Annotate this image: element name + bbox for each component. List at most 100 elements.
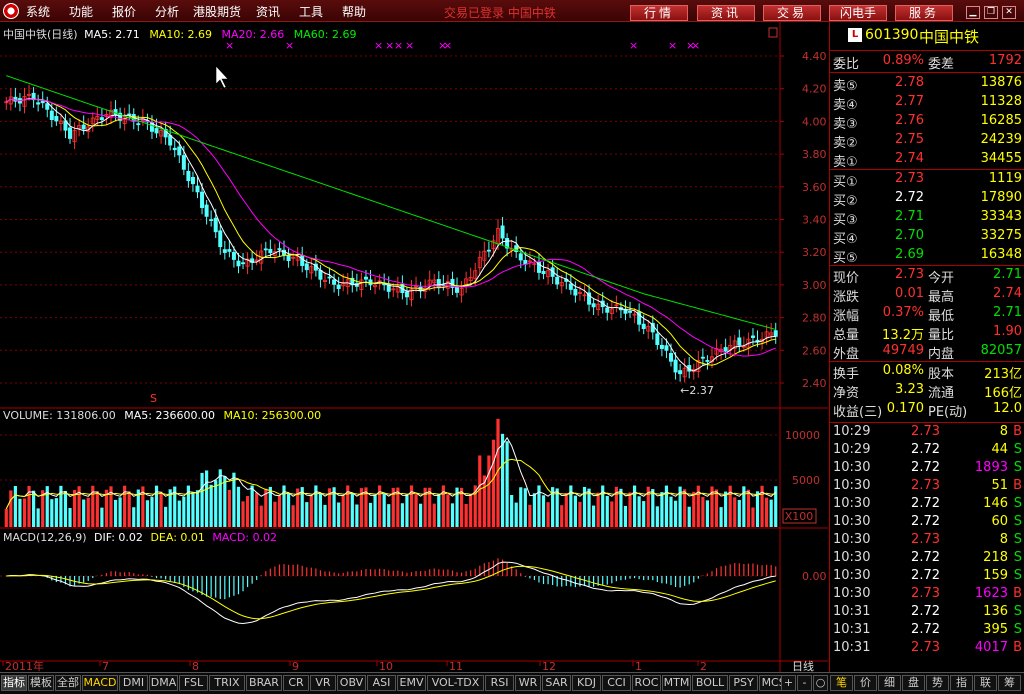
tick-row[interactable]: 10:29 2.73 8 B [830, 424, 1024, 443]
indicator-tab[interactable]: VOL-TDX [427, 675, 484, 691]
volume-bar [628, 492, 632, 527]
tick-row[interactable]: 10:30 2.73 51 B [830, 478, 1024, 497]
close-icon[interactable]: ✕ [1002, 6, 1016, 19]
buy-order-row[interactable]: 买⑤ 2.69 16348 [830, 247, 1024, 266]
sell-order-row[interactable]: 卖① 2.74 34455 [830, 151, 1024, 170]
indicator-tab[interactable]: ASI [367, 675, 396, 691]
weibi-label: 委比 [833, 57, 860, 72]
menu-news[interactable]: 资讯 [256, 3, 280, 20]
view-tab[interactable]: 联 [974, 675, 997, 691]
indicator-tab[interactable]: MTM [662, 675, 691, 691]
indicator-tab[interactable]: KDJ [572, 675, 601, 691]
volume-bar [478, 455, 482, 527]
price-tick-label: 3.60 [802, 181, 827, 194]
menu-hk-futures[interactable]: 港股期货 [193, 3, 241, 20]
candle-body [136, 123, 141, 126]
volume-bar [387, 504, 391, 527]
volume-bar [323, 504, 327, 527]
menu-tools[interactable]: 工具 [299, 3, 323, 20]
tick-row[interactable]: 10:30 2.72 1893 S [830, 460, 1024, 479]
tick-row[interactable]: 10:31 2.72 136 S [830, 604, 1024, 623]
candle-body [213, 217, 218, 233]
indicator-tab[interactable]: BRAR [246, 675, 282, 691]
tick-row[interactable]: 10:30 2.72 218 S [830, 550, 1024, 569]
indicator-tab[interactable]: BOLL [692, 675, 728, 691]
tick-row[interactable]: 10:30 2.72 146 S [830, 496, 1024, 515]
volume-bar [241, 501, 245, 527]
level-l-icon: L [848, 28, 862, 42]
indicator-tab[interactable]: SAR [542, 675, 571, 691]
buy-order-row[interactable]: 买③ 2.71 33343 [830, 209, 1024, 228]
nav-button-news[interactable]: 资讯 [697, 5, 755, 21]
menu-analysis[interactable]: 分析 [155, 3, 179, 20]
tick-time: 10:29 [833, 442, 871, 457]
volume-bar [9, 490, 13, 527]
volume-bar [232, 472, 236, 527]
volume-bar [195, 490, 200, 527]
main-legend-name: 中国中铁(日线) [3, 28, 78, 41]
buy-level-label: 买② [833, 194, 858, 209]
view-tab[interactable]: - [797, 675, 812, 691]
view-tab[interactable]: 价 [854, 675, 877, 691]
volume-bar [418, 503, 423, 527]
indicator-tab[interactable]: TRIX [209, 675, 245, 691]
signal-cross-marker: × [691, 39, 700, 52]
sell-order-row[interactable]: 卖⑤ 2.78 13876 [830, 75, 1024, 94]
nav-button-service[interactable]: 服务 [895, 5, 953, 21]
indicator-tab[interactable]: OBV [337, 675, 366, 691]
stat-label: 涨跌 [833, 290, 860, 305]
buy-order-row[interactable]: 买② 2.72 17890 [830, 190, 1024, 209]
indicator-tab[interactable]: FSL [179, 675, 208, 691]
view-tab[interactable]: 盘 [902, 675, 925, 691]
view-tab[interactable]: 细 [878, 675, 901, 691]
indicator-tab[interactable]: 指标 [1, 675, 27, 691]
view-tab[interactable]: ○ [813, 675, 828, 691]
kline-chart-svg[interactable]: 4.40 4.20 4.00 3.80 3.60 3.40 3.20 3.00 2.80 2.60… [0, 22, 828, 673]
tick-row[interactable]: 10:31 2.72 395 S [830, 622, 1024, 641]
volume-bar [191, 492, 195, 527]
indicator-tab[interactable]: ROC [632, 675, 661, 691]
indicator-tab[interactable]: PSY [729, 675, 758, 691]
menu-function[interactable]: 功能 [69, 3, 93, 20]
indicator-tab[interactable]: RSI [485, 675, 514, 691]
tick-row[interactable]: 10:31 2.73 4017 B [830, 640, 1024, 659]
nav-button-quote[interactable]: 行情 [630, 5, 688, 21]
indicator-tab[interactable]: DMA [149, 675, 178, 691]
indicator-tab[interactable]: EMV [397, 675, 426, 691]
tick-row[interactable]: 10:30 2.73 1623 B [830, 586, 1024, 605]
indicator-tab[interactable]: CR [283, 675, 309, 691]
view-tab[interactable]: 指 [950, 675, 973, 691]
sell-order-row[interactable]: 卖④ 2.77 11328 [830, 94, 1024, 113]
kline-chart-area[interactable]: 4.40 4.20 4.00 3.80 3.60 3.40 3.20 3.00 2.80 2.60… [0, 22, 828, 673]
indicator-tab[interactable]: WR [515, 675, 541, 691]
tick-row[interactable]: 10:29 2.72 44 S [830, 442, 1024, 461]
tick-row[interactable]: 10:30 2.72 60 S [830, 514, 1024, 533]
tick-row[interactable]: 10:30 2.72 159 S [830, 568, 1024, 587]
view-tab[interactable]: 势 [926, 675, 949, 691]
sell-order-row[interactable]: 卖③ 2.76 16285 [830, 113, 1024, 132]
indicator-tab[interactable]: 模板 [28, 675, 54, 691]
nav-button-flash-trade[interactable]: 闪电手 [829, 5, 887, 21]
indicator-tab[interactable]: CCI [602, 675, 631, 691]
view-tab[interactable]: 笔 [830, 675, 853, 691]
minimize-icon[interactable]: ▁ [966, 6, 980, 19]
menu-quote[interactable]: 报价 [112, 3, 136, 20]
tick-time: 10:30 [833, 532, 871, 547]
indicator-tab[interactable]: MACD [82, 675, 118, 691]
indicator-tab[interactable]: DMI [119, 675, 148, 691]
buy-order-row[interactable]: 买④ 2.70 33275 [830, 228, 1024, 247]
menu-help[interactable]: 帮助 [342, 3, 366, 20]
menu-system[interactable]: 系统 [26, 3, 50, 20]
view-tab[interactable]: + [781, 675, 796, 691]
restore-icon[interactable]: ❐ [984, 6, 998, 19]
tick-row[interactable]: 10:30 2.73 8 S [830, 532, 1024, 551]
indicator-tab[interactable]: VR [310, 675, 336, 691]
buy-order-row[interactable]: 买① 2.73 1119 [830, 171, 1024, 190]
indicator-tab[interactable]: 全部 [55, 675, 81, 691]
signal-cross-marker: × [629, 39, 638, 52]
mouse-cursor-icon [215, 65, 229, 89]
view-tab[interactable]: 筹 [998, 675, 1021, 691]
sell-order-row[interactable]: 卖② 2.75 24239 [830, 132, 1024, 151]
nav-button-trade[interactable]: 交易 [763, 5, 821, 21]
app-logo-icon[interactable] [3, 3, 19, 19]
